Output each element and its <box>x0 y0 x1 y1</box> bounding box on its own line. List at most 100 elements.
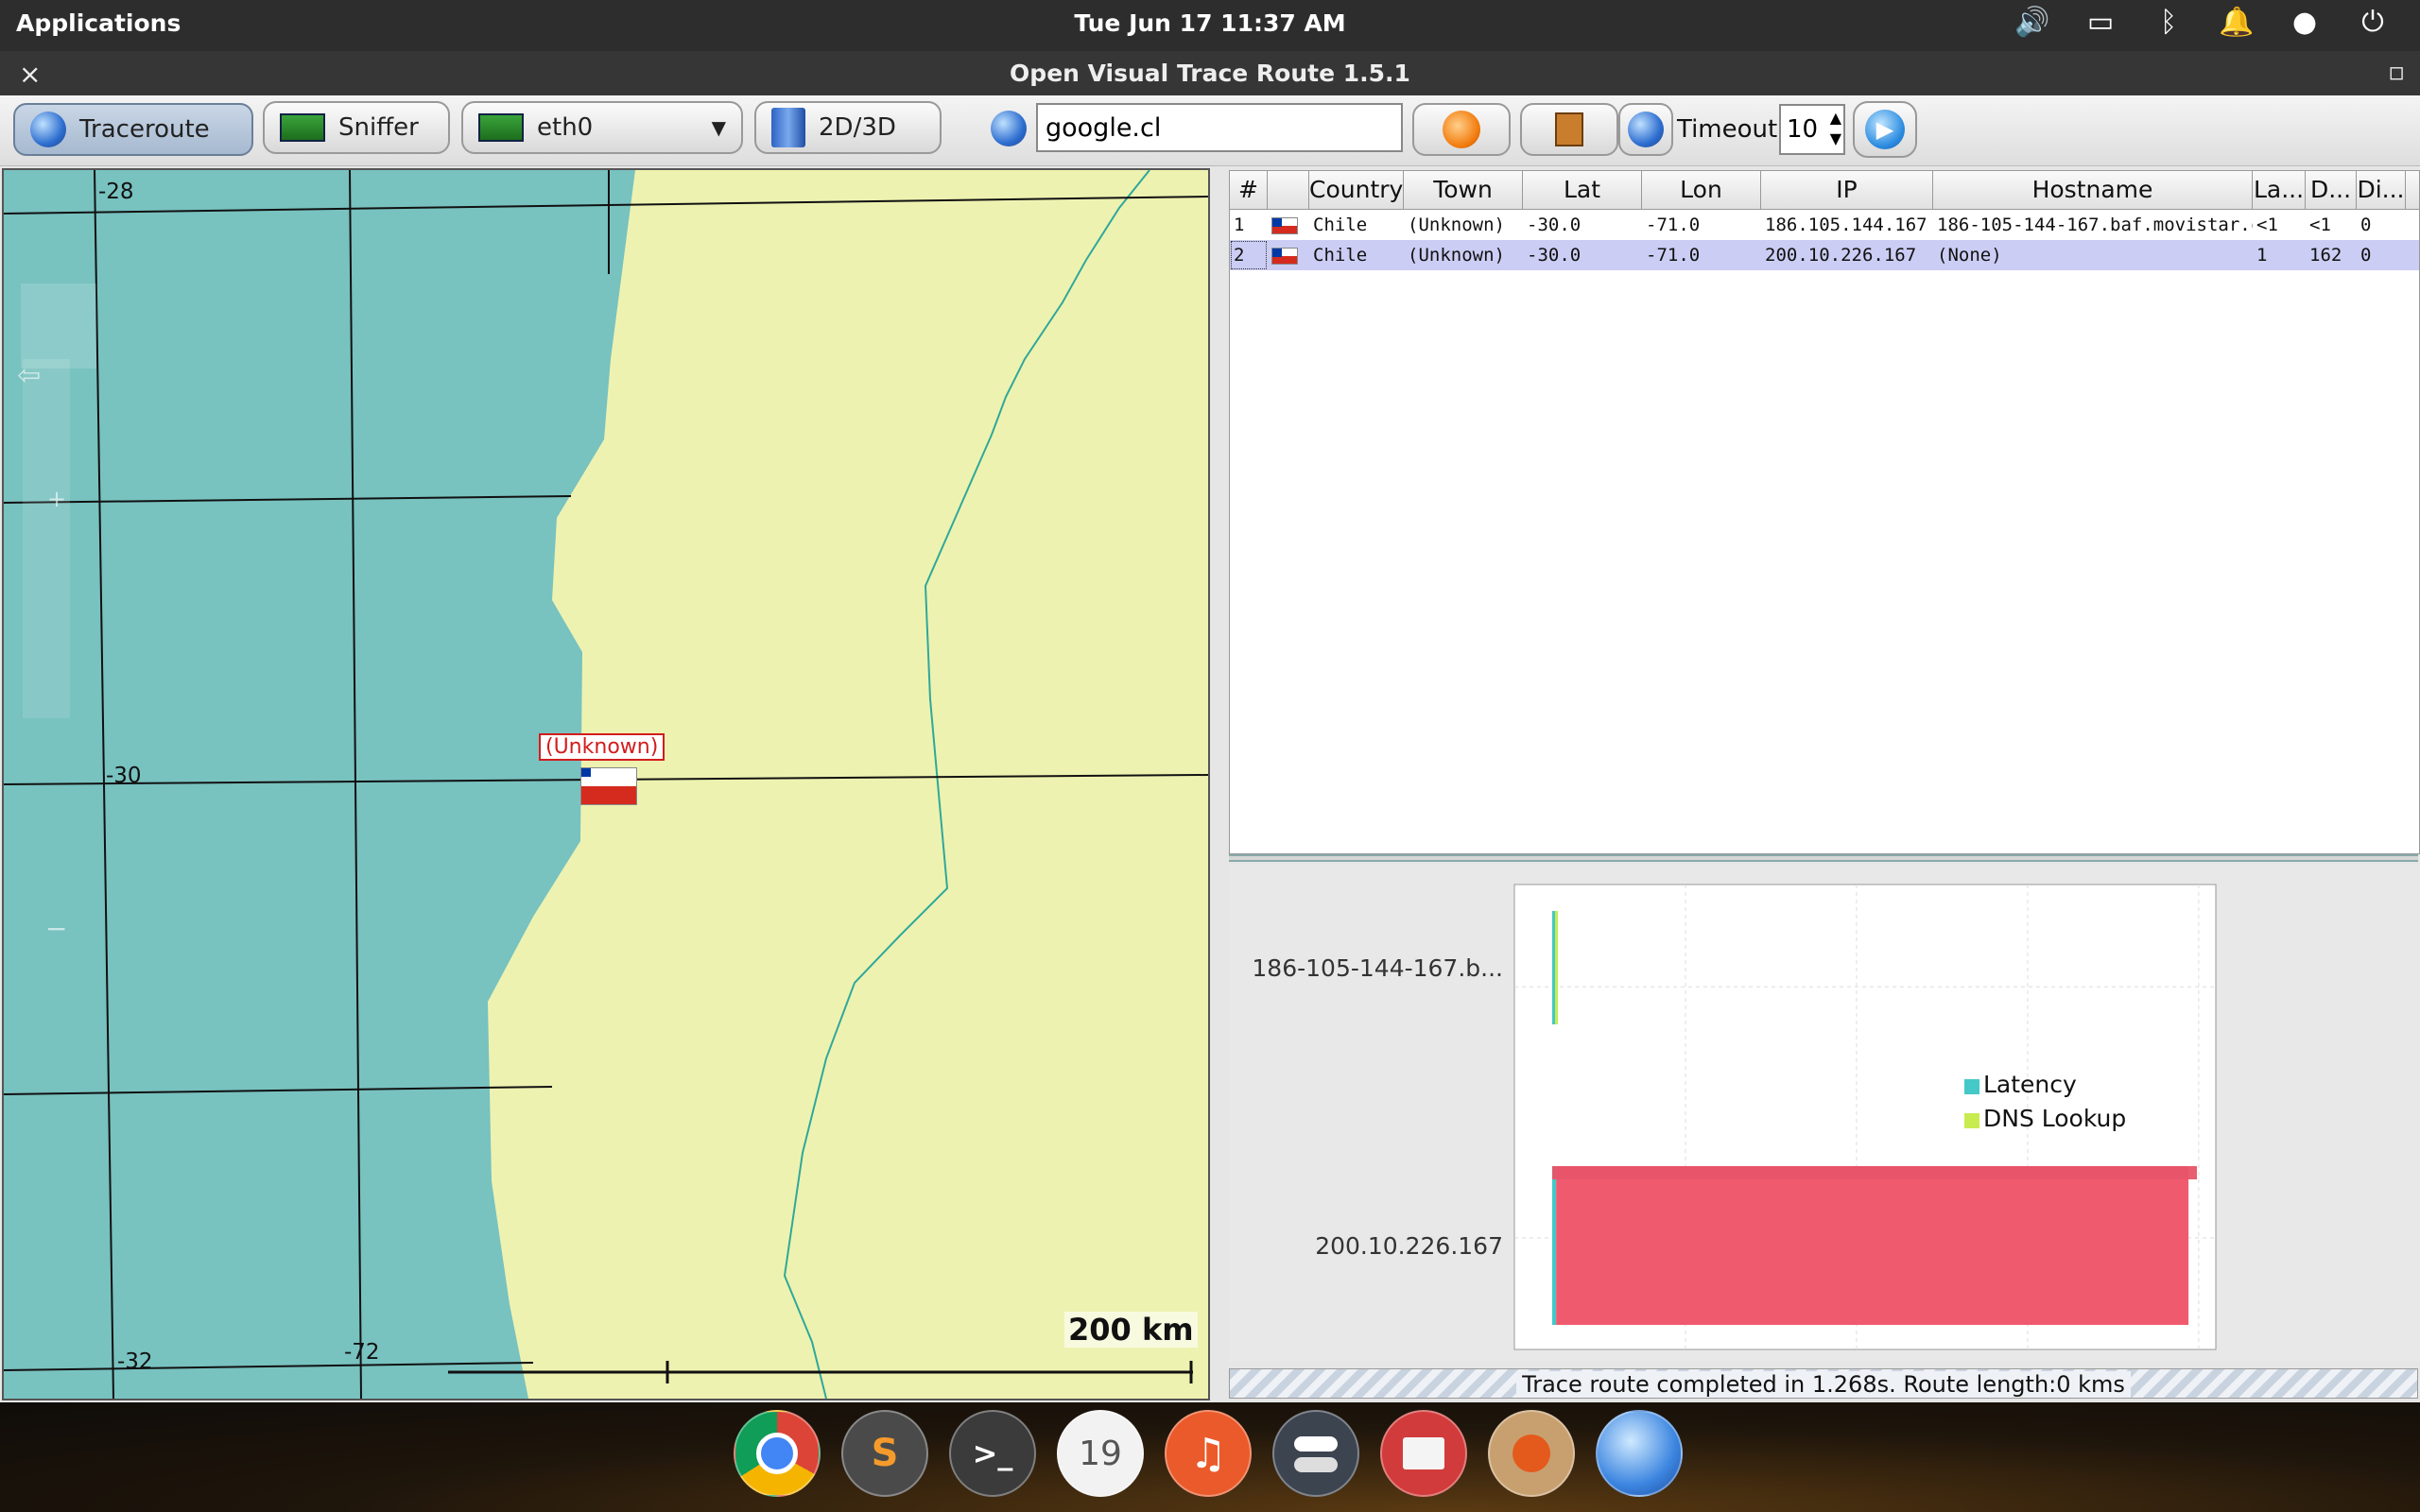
terminal-icon[interactable]: >_ <box>949 1410 1036 1497</box>
terminal-glyph: >_ <box>972 1435 1013 1471</box>
cell-country: Chile <box>1313 215 1368 235</box>
orange-circle-icon <box>1443 111 1480 148</box>
view-label: 2D/3D <box>819 113 896 142</box>
calendar-day: 19 <box>1079 1434 1122 1473</box>
toggle-icon <box>1294 1436 1338 1452</box>
cell-dns: <1 <box>2309 215 2331 235</box>
table-row[interactable]: 2 Chile (Unknown) -30.0 -71.0 200.10.226… <box>1230 240 2419 270</box>
panel-splitter[interactable] <box>1229 854 2418 862</box>
host-input[interactable] <box>1036 103 1403 152</box>
col-header-country[interactable]: Country <box>1309 171 1404 209</box>
hop-marker-label: (Unknown) <box>539 733 666 761</box>
category-label: 186-105-144-167.b... <box>1252 954 1503 982</box>
col-header-flag[interactable] <box>1268 171 1309 209</box>
cell-town: (Unknown) <box>1408 215 1505 235</box>
traceroute-label: Traceroute <box>79 115 210 144</box>
status-text: Trace route completed in 1.268s. Route l… <box>1516 1371 2131 1398</box>
network-card-icon <box>280 113 325 142</box>
window-title: Open Visual Trace Route 1.5.1 <box>1010 60 1410 87</box>
col-header-lon[interactable]: Lon <box>1642 171 1761 209</box>
bag-icon <box>1512 1435 1550 1472</box>
cell-distance: 0 <box>2360 245 2372 266</box>
power-icon[interactable]: ⏻ <box>2339 6 2407 39</box>
map-settings-button[interactable] <box>1618 103 1673 156</box>
lat-label: -28 <box>98 180 134 204</box>
spinner-arrows-icon[interactable]: ▲ ▼ <box>1830 108 1841 149</box>
cell-lon: -71.0 <box>1646 215 1701 235</box>
browser-globe-icon[interactable] <box>1596 1410 1683 1497</box>
map-nav-control[interactable] <box>21 284 96 369</box>
chile-flag-icon <box>1271 216 1298 234</box>
col-header-lat[interactable]: Lat <box>1523 171 1642 209</box>
cell-num: 1 <box>1234 215 1245 235</box>
maximize-window-button[interactable]: ◽ <box>2388 59 2405 85</box>
map-zoom-slider[interactable] <box>23 359 70 718</box>
lon-label: -72 <box>344 1340 380 1365</box>
cube-icon <box>771 108 805 147</box>
sublime-text-icon[interactable]: S <box>841 1410 928 1497</box>
timeout-spinner[interactable]: 10 ▲ ▼ <box>1779 104 1845 155</box>
legend-swatch <box>1964 1079 1979 1094</box>
table-row[interactable]: 1 Chile (Unknown) -30.0 -71.0 186.105.14… <box>1230 210 2419 240</box>
2d-3d-button[interactable]: 2D/3D <box>754 101 942 154</box>
zoom-out-icon[interactable]: − <box>45 913 67 944</box>
traceroute-button[interactable]: Traceroute <box>13 103 253 156</box>
headphones-icon: ♫ <box>1189 1429 1227 1478</box>
cell-country: Chile <box>1313 245 1368 266</box>
stop-button[interactable] <box>1412 103 1511 156</box>
start-trace-button[interactable]: ▶ <box>1853 101 1917 158</box>
category-label: 200.10.226.167 <box>1315 1232 1503 1260</box>
window-titlebar: × Open Visual Trace Route 1.5.1 ◽ <box>0 51 2420 95</box>
chile-flag-marker[interactable] <box>580 767 637 805</box>
legend-swatch <box>1964 1113 1979 1128</box>
bar-latency <box>1552 911 1555 1024</box>
zoom-in-icon[interactable]: + <box>47 486 66 512</box>
volume-icon[interactable]: 🔊 <box>1998 6 2066 39</box>
music-icon[interactable]: ♫ <box>1165 1410 1252 1497</box>
globe-icon <box>991 111 1027 146</box>
bar-highlight <box>1552 1166 2197 1179</box>
sniffer-button[interactable]: Sniffer <box>263 101 450 154</box>
bluetooth-icon[interactable]: ᛒ <box>2135 6 2203 39</box>
map-view[interactable]: -28 -30 -32 -72 200 km (Unknown) ⇦ + − <box>2 168 1210 1400</box>
calendar-icon[interactable]: 19 <box>1057 1410 1144 1497</box>
col-header-latency[interactable]: La... <box>2253 171 2306 209</box>
interface-value: eth0 <box>537 113 594 142</box>
table-header: # Country Town Lat Lon IP Hostname La...… <box>1230 171 2419 210</box>
col-header-distance[interactable]: Di... <box>2357 171 2406 209</box>
cell-flag <box>1268 240 1309 270</box>
bar-latency <box>1552 1166 1557 1325</box>
bar-dns-lookup <box>1555 911 1558 1024</box>
col-header-hostname[interactable]: Hostname <box>1933 171 2253 209</box>
clipboard-icon <box>1555 112 1583 146</box>
system-tray: 🔊 ▭ ᛒ 🔔 ● ⏻ <box>1998 6 2407 39</box>
settings-icon[interactable] <box>1272 1410 1359 1497</box>
cell-lat: -30.0 <box>1527 215 1582 235</box>
clipboard-button[interactable] <box>1520 103 1618 156</box>
col-header-town[interactable]: Town <box>1404 171 1523 209</box>
globe-icon <box>30 112 66 147</box>
map-back-icon[interactable]: ⇦ <box>17 359 41 392</box>
scale-label: 200 km <box>1064 1312 1198 1348</box>
hops-table[interactable]: # Country Town Lat Lon IP Hostname La...… <box>1229 170 2420 854</box>
timeout-value: 10 <box>1787 115 1819 144</box>
lat-label: -30 <box>106 764 142 788</box>
user-icon[interactable]: ● <box>2271 6 2339 39</box>
sniffer-label: Sniffer <box>338 113 419 142</box>
cell-dns: 162 <box>2309 245 2342 266</box>
interface-select[interactable]: eth0 ▼ <box>461 101 743 154</box>
col-header-ip[interactable]: IP <box>1761 171 1933 209</box>
latency-chart: 186-105-144-167.b... 200.10.226.167 Latenc… <box>1229 864 2420 1361</box>
files-icon[interactable] <box>1380 1410 1467 1497</box>
display-icon[interactable]: ▭ <box>2066 6 2135 39</box>
chile-flag-icon <box>1271 247 1298 265</box>
chrome-icon[interactable] <box>734 1410 821 1497</box>
store-icon[interactable] <box>1488 1410 1575 1497</box>
col-header-num[interactable]: # <box>1230 171 1268 209</box>
sublime-letter: S <box>871 1432 899 1475</box>
notification-bell-icon[interactable]: 🔔 <box>2203 6 2271 39</box>
play-icon: ▶ <box>1865 110 1905 149</box>
col-header-dns[interactable]: D... <box>2306 171 2357 209</box>
cell-latency: <1 <box>2256 215 2278 235</box>
timeout-label: Timeout <box>1677 115 1778 144</box>
